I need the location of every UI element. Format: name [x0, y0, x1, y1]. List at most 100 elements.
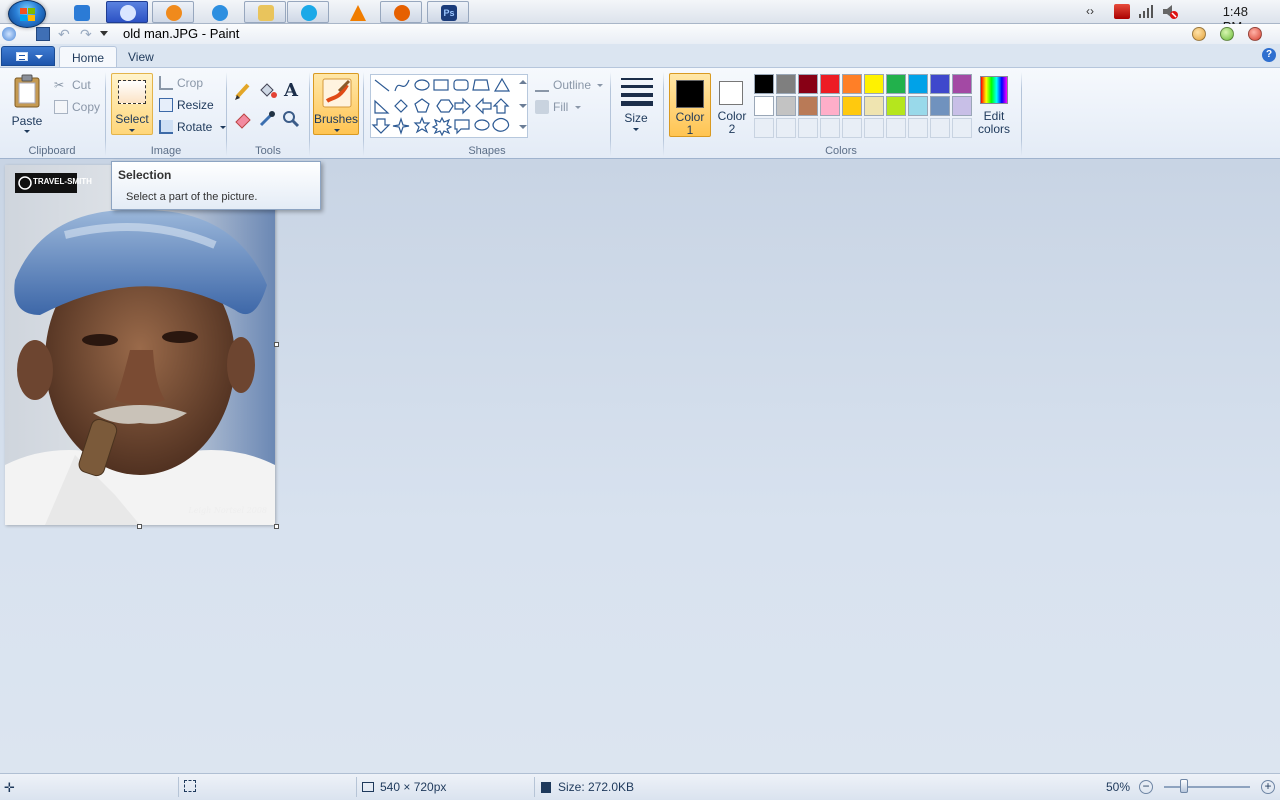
minimize-button[interactable] [1192, 27, 1206, 41]
palette-empty-swatch[interactable] [886, 118, 906, 138]
palette-color-swatch[interactable] [798, 96, 818, 116]
canvas-area[interactable]: TRAVEL-SMITH Leigh Nortsel 2008 [0, 159, 1280, 773]
ribbon-tabs: Home View ? [0, 44, 1280, 68]
zoom-in-button[interactable]: + [1261, 780, 1275, 794]
palette-color-swatch[interactable] [754, 74, 774, 94]
palette-color-swatch[interactable] [908, 74, 928, 94]
palette-color-swatch[interactable] [820, 96, 840, 116]
fill-tool[interactable] [256, 80, 278, 102]
brushes-button[interactable]: Brushes [313, 73, 359, 135]
network-arrows-icon[interactable]: ‹› [1086, 4, 1102, 19]
outline-label: Outline [553, 78, 592, 92]
taskbar-app-firefox[interactable] [380, 1, 422, 23]
battery-alert-icon[interactable] [1114, 4, 1130, 19]
cursor-position-icon: ✛ [4, 780, 15, 795]
signal-strength-icon[interactable] [1138, 4, 1154, 19]
outline-button[interactable]: Outline [533, 76, 604, 94]
palette-color-swatch[interactable] [930, 74, 950, 94]
paste-label: Paste [11, 114, 43, 128]
cut-button[interactable]: ✂ Cut [52, 76, 91, 94]
zoom-slider-thumb[interactable] [1180, 779, 1188, 793]
palette-color-swatch[interactable] [930, 96, 950, 116]
brushes-group: Brushes [312, 68, 360, 159]
volume-muted-icon[interactable] [1162, 4, 1178, 19]
undo-icon[interactable]: ↶ [58, 27, 72, 41]
status-bar: ✛ 540 × 720px Size: 272.0KB 50% − + [0, 773, 1280, 800]
palette-color-swatch[interactable] [842, 96, 862, 116]
color2-button[interactable]: Color 2 [713, 73, 751, 137]
palette-color-swatch[interactable] [798, 74, 818, 94]
palette-color-swatch[interactable] [952, 96, 972, 116]
palette-color-swatch[interactable] [776, 96, 796, 116]
save-icon[interactable] [36, 27, 50, 41]
color1-swatch [676, 80, 704, 108]
tab-home[interactable]: Home [59, 46, 118, 68]
eraser-tool[interactable] [232, 108, 254, 130]
taskbar-app-media-player[interactable] [152, 1, 194, 23]
copy-button[interactable]: Copy [52, 98, 100, 116]
palette-color-swatch[interactable] [908, 96, 928, 116]
palette-empty-swatch[interactable] [798, 118, 818, 138]
palette-color-swatch[interactable] [886, 74, 906, 94]
taskbar-app-skype[interactable] [287, 1, 329, 23]
resize-handle-bottom[interactable] [137, 524, 142, 529]
group-divider [309, 72, 310, 156]
edit-colors-button[interactable]: Edit colors [976, 73, 1012, 137]
palette-empty-swatch[interactable] [952, 118, 972, 138]
taskbar-app-internet-explorer[interactable] [198, 1, 240, 23]
palette-empty-swatch[interactable] [908, 118, 928, 138]
customize-qat-icon[interactable] [100, 31, 108, 36]
selection-size-icon [184, 780, 196, 792]
zoom-slider-track[interactable] [1164, 786, 1250, 788]
palette-color-swatch[interactable] [864, 74, 884, 94]
fill-bucket-icon [535, 100, 549, 114]
paint-menu-button[interactable] [1, 46, 55, 66]
palette-color-swatch[interactable] [820, 74, 840, 94]
crop-button[interactable]: Crop [157, 74, 203, 92]
taskbar-app-window[interactable] [60, 1, 102, 23]
start-button[interactable] [8, 0, 46, 28]
resize-handle-right[interactable] [274, 342, 279, 347]
palette-empty-swatch[interactable] [864, 118, 884, 138]
palette-color-swatch[interactable] [886, 96, 906, 116]
size-group[interactable]: Size [612, 68, 662, 159]
maximize-button[interactable] [1220, 27, 1234, 41]
palette-empty-swatch[interactable] [820, 118, 840, 138]
palette-empty-swatch[interactable] [842, 118, 862, 138]
close-button[interactable] [1248, 27, 1262, 41]
palette-empty-swatch[interactable] [754, 118, 774, 138]
rotate-button[interactable]: Rotate [157, 118, 226, 136]
taskbar-app-photoshop[interactable]: Ps [427, 1, 469, 23]
palette-color-swatch[interactable] [776, 74, 796, 94]
resize-handle-corner[interactable] [274, 524, 279, 529]
pencil-tool[interactable] [232, 80, 254, 102]
chevron-down-icon [633, 128, 639, 131]
palette-color-swatch[interactable] [952, 74, 972, 94]
taskbar: Ps ‹› 1:48 PM [0, 0, 1280, 34]
taskbar-app-vlc[interactable] [336, 1, 378, 23]
zoom-out-button[interactable]: − [1139, 780, 1153, 794]
palette-color-swatch[interactable] [842, 74, 862, 94]
magnifier-tool[interactable] [280, 108, 302, 130]
fill-button[interactable]: Fill [533, 98, 581, 116]
resize-button[interactable]: Resize [157, 96, 214, 114]
taskbar-app-folder[interactable] [244, 1, 286, 23]
paste-button[interactable]: Paste [8, 72, 46, 133]
group-divider [1021, 72, 1022, 156]
taskbar-app-paint[interactable] [106, 1, 148, 23]
magnifier-icon [283, 111, 300, 128]
help-icon[interactable]: ? [1262, 48, 1276, 62]
color-picker-tool[interactable] [256, 108, 278, 130]
color1-button[interactable]: Color 1 [669, 73, 711, 137]
palette-empty-swatch[interactable] [930, 118, 950, 138]
palette-color-swatch[interactable] [864, 96, 884, 116]
select-button[interactable]: Select [111, 73, 153, 135]
vlc-icon [350, 5, 366, 21]
text-tool[interactable]: A [280, 80, 302, 102]
brushes-label: Brushes [314, 112, 359, 126]
palette-empty-swatch[interactable] [776, 118, 796, 138]
tab-view[interactable]: View [116, 46, 166, 68]
redo-icon[interactable]: ↷ [80, 27, 94, 41]
picture-canvas[interactable]: TRAVEL-SMITH Leigh Nortsel 2008 [5, 165, 275, 525]
palette-color-swatch[interactable] [754, 96, 774, 116]
